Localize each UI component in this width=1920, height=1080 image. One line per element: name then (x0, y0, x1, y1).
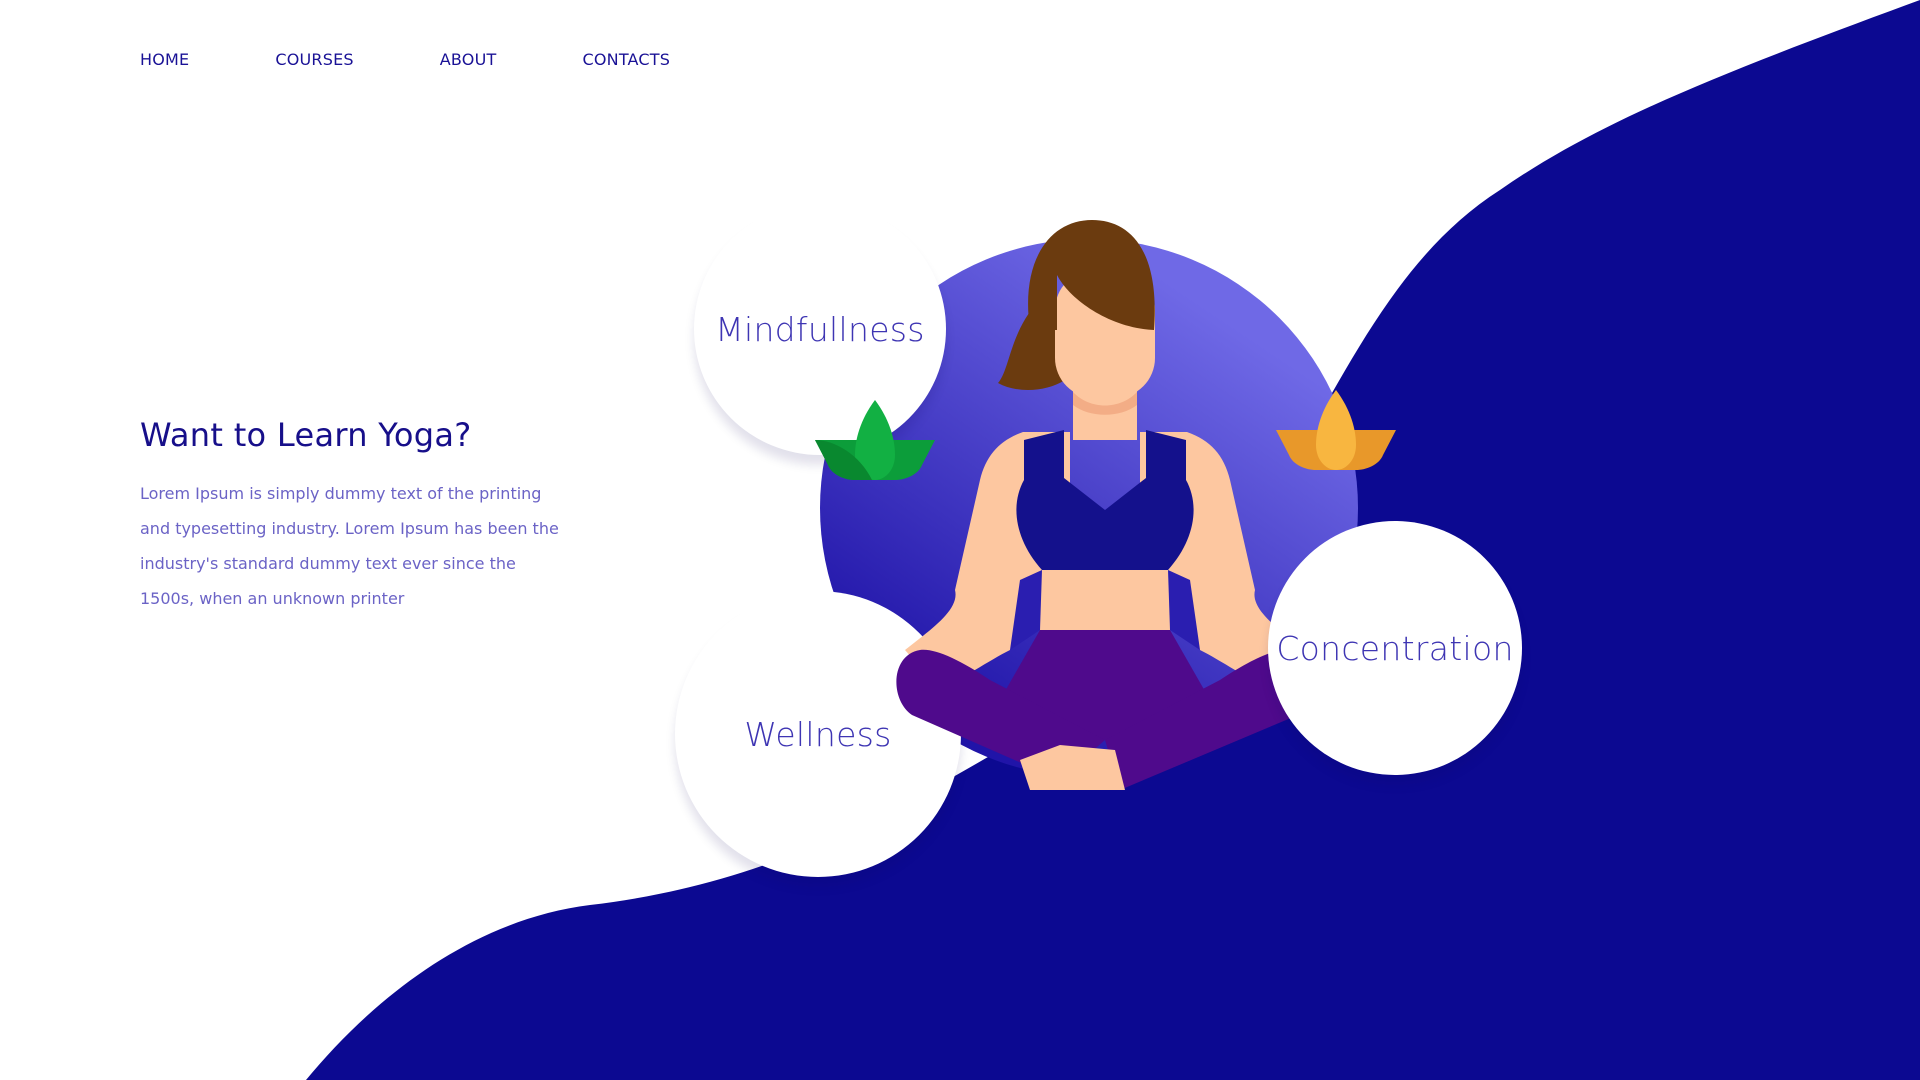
landing-page: HOME COURSES ABOUT CONTACTS Want to Lear… (0, 0, 1920, 1080)
wellness-bubble: Wellness (675, 591, 961, 877)
concentration-bubble: Concentration (1268, 521, 1522, 775)
yoga-illustration (820, 239, 1358, 777)
wellness-label: Wellness (744, 714, 892, 754)
concentration-label: Concentration (1276, 628, 1514, 668)
mindfulness-label: Mindfullness (715, 309, 925, 349)
mindfulness-bubble: Mindfullness (694, 203, 946, 455)
